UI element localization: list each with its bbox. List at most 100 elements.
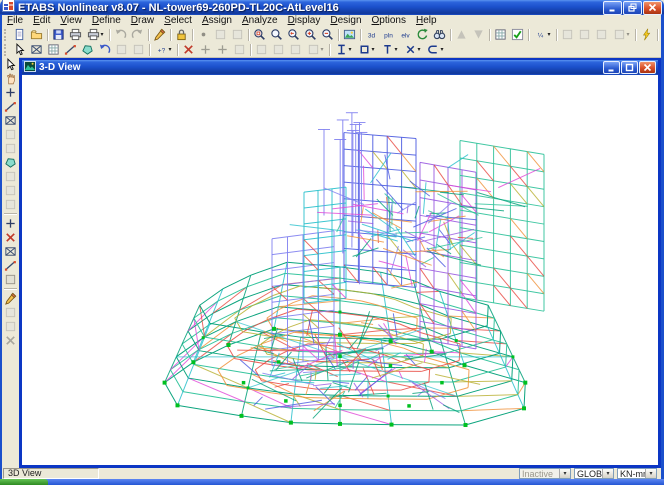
- draw-channel-section-dropdown-caret[interactable]: ▾: [440, 47, 443, 53]
- restore-full-view-button[interactable]: [268, 28, 285, 42]
- draw-channel-section-button[interactable]: ▾: [424, 43, 447, 57]
- set-view-options-icon: [511, 28, 524, 41]
- select-by-poly-button[interactable]: [79, 43, 96, 57]
- title-bar[interactable]: ETABS Nonlinear v8.07 - NL-tower69-260PD…: [0, 0, 664, 15]
- draw-i-section-button[interactable]: ▾: [332, 43, 355, 57]
- previous-zoom-icon: [287, 28, 300, 41]
- close-button[interactable]: [643, 1, 662, 15]
- select-object-button[interactable]: [11, 43, 28, 57]
- model-wireframe[interactable]: [22, 75, 658, 465]
- menu-analyze[interactable]: Analyze: [237, 15, 283, 27]
- snap-to-midpoints-button[interactable]: [2, 244, 19, 258]
- menu-display[interactable]: Display: [283, 15, 326, 27]
- draw-frame-line-button[interactable]: [2, 99, 19, 113]
- coordinate-system-dropdown-button[interactable]: ▾: [602, 469, 613, 478]
- menu-edit[interactable]: Edit: [28, 15, 55, 27]
- coordinate-system-combo[interactable]: GLOBAL▾: [574, 468, 614, 479]
- menu-design[interactable]: Design: [325, 15, 366, 27]
- svg-text:3d: 3d: [368, 32, 376, 39]
- select-by-window-button[interactable]: [28, 43, 45, 57]
- toolbar-separator: [47, 29, 48, 41]
- pan-view-button[interactable]: [341, 28, 358, 42]
- draw-tee-section-button[interactable]: ▾: [378, 43, 401, 57]
- menu-help[interactable]: Help: [411, 15, 442, 27]
- model-canvas[interactable]: [22, 75, 658, 465]
- draw-box-section-icon: [358, 43, 371, 56]
- draw-tee-section-dropdown-caret[interactable]: ▾: [394, 47, 397, 53]
- snap-to-grid-button[interactable]: [2, 216, 19, 230]
- reshape-object-button[interactable]: [2, 71, 19, 85]
- show-selection-info-button[interactable]: +?▾: [152, 43, 175, 57]
- open-file-button[interactable]: [28, 28, 45, 42]
- previous-zoom-button[interactable]: [285, 28, 302, 42]
- draw-special-joint-button[interactable]: [2, 85, 19, 99]
- draw-quick-area-icon: [4, 184, 17, 197]
- select-pointer-button[interactable]: [2, 57, 19, 71]
- taskbar-sliver[interactable]: [0, 479, 664, 485]
- save-model-button[interactable]: [50, 28, 67, 42]
- refresh-window-button[interactable]: [151, 28, 168, 42]
- print-graphics-button[interactable]: [67, 28, 84, 42]
- snap-to-intersections-button[interactable]: [2, 258, 19, 272]
- menu-options[interactable]: Options: [367, 15, 411, 27]
- reshape-mode-button[interactable]: [2, 291, 19, 305]
- minimize-button[interactable]: [603, 1, 622, 15]
- delete-objects-button[interactable]: [180, 43, 197, 57]
- toolbar-gripper[interactable]: [4, 29, 9, 41]
- show-deformed-shape-button[interactable]: [638, 28, 655, 42]
- draw-i-section-dropdown-caret[interactable]: ▾: [348, 47, 351, 53]
- select-all-button[interactable]: [45, 43, 62, 57]
- zoom-out-button[interactable]: [319, 28, 336, 42]
- start-button-sliver[interactable]: [0, 479, 48, 485]
- show-deformed-shape-icon: [640, 28, 653, 41]
- draw-box-section-button[interactable]: ▾: [355, 43, 378, 57]
- set-intervals-dropdown-caret[interactable]: ▾: [547, 32, 550, 38]
- show-selection-info-dropdown-caret[interactable]: ▾: [168, 47, 171, 53]
- snap-to-perpendicular-button[interactable]: [2, 272, 19, 286]
- draw-brace-section-button[interactable]: ▾: [401, 43, 424, 57]
- toolbar-separator: [248, 29, 249, 41]
- elevation-view-button[interactable]: elv: [397, 28, 414, 42]
- new-model-button[interactable]: [11, 28, 28, 42]
- object-shrink-toggle-button[interactable]: [492, 28, 509, 42]
- set-view-options-button[interactable]: [509, 28, 526, 42]
- draw-brace-section-dropdown-caret[interactable]: ▾: [417, 47, 420, 53]
- menu-select[interactable]: Select: [159, 15, 197, 27]
- print-tables-button[interactable]: ▾: [84, 28, 107, 42]
- zoom-in-button[interactable]: [302, 28, 319, 42]
- rotate-3d-view-button[interactable]: [414, 28, 431, 42]
- units-combo[interactable]: KN-mm▾: [617, 468, 657, 479]
- toolbar-gripper[interactable]: [4, 44, 9, 56]
- draw-area-object-button[interactable]: [2, 155, 19, 169]
- extrude-icon: [307, 43, 320, 56]
- maximize-button[interactable]: [621, 61, 638, 74]
- menu-file[interactable]: File: [2, 15, 28, 27]
- minimize-button[interactable]: [603, 61, 620, 74]
- snap-to-ends-button[interactable]: [2, 230, 19, 244]
- draw-box-section-dropdown-caret[interactable]: ▾: [371, 47, 374, 53]
- lock-model-button[interactable]: [173, 28, 190, 42]
- menu-view[interactable]: View: [55, 15, 87, 27]
- 3d-view-button[interactable]: 3d: [363, 28, 380, 42]
- divide-lines-button: [287, 43, 304, 57]
- select-by-line-button[interactable]: [62, 43, 79, 57]
- select-by-line-icon: [64, 43, 77, 56]
- set-intervals-button[interactable]: ¼▾: [531, 28, 554, 42]
- close-button[interactable]: [639, 61, 656, 74]
- rubber-band-zoom-button[interactable]: [251, 28, 268, 42]
- perspective-toggle-button[interactable]: [431, 28, 448, 42]
- 3d-view-title-bar[interactable]: 3-D View: [22, 60, 658, 75]
- restore-previous-selection-button[interactable]: [96, 43, 113, 57]
- restore-button[interactable]: [623, 1, 642, 15]
- menu-draw[interactable]: Draw: [126, 15, 159, 27]
- units-dropdown-button[interactable]: ▾: [645, 469, 656, 478]
- move-points-button: [214, 43, 231, 57]
- 3d-view-window[interactable]: 3-D View: [19, 57, 661, 468]
- plan-view-button[interactable]: pln: [380, 28, 397, 42]
- draw-quick-frame-button[interactable]: [2, 113, 19, 127]
- menu-assign[interactable]: Assign: [197, 15, 237, 27]
- mirror-icon: [272, 43, 285, 56]
- analysis-case-value: Inactive: [520, 469, 559, 479]
- print-tables-dropdown-caret[interactable]: ▾: [100, 32, 103, 38]
- menu-define[interactable]: Define: [87, 15, 126, 27]
